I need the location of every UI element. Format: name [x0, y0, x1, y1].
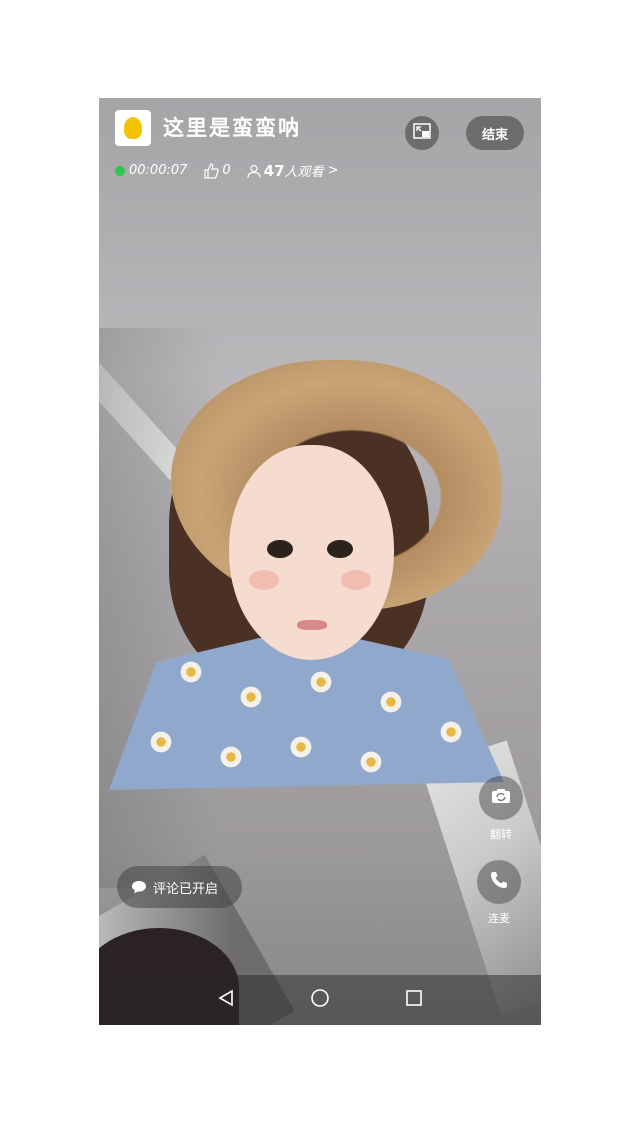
flip-camera-icon: [491, 788, 511, 808]
recent-apps-icon: [405, 989, 423, 1011]
streamer-avatar[interactable]: [115, 110, 151, 146]
back-button[interactable]: [179, 975, 273, 1025]
flip-camera-button[interactable]: [479, 776, 523, 820]
viewers-count[interactable]: 47: [264, 162, 285, 180]
phone-icon: [489, 870, 509, 894]
stream-title: 这里是蛮蛮呐: [163, 116, 301, 140]
home-icon: [310, 988, 330, 1012]
system-nav-bar: [99, 975, 541, 1025]
live-stream-screen: 这里是蛮蛮呐 结束 00:00:07 0 47 人观看 > 翻转 连麦 评论已开…: [99, 98, 541, 1025]
likes-count: 0: [222, 163, 231, 178]
home-button[interactable]: [273, 975, 367, 1025]
flip-camera-label: 翻转: [490, 828, 512, 841]
pip-button[interactable]: [405, 116, 439, 150]
thumb-up-icon: [203, 162, 220, 179]
comment-status-label: 评论已开启: [153, 881, 219, 897]
video-subject-image: [109, 360, 509, 790]
back-icon: [217, 989, 235, 1011]
connect-mic-label: 连麦: [488, 912, 510, 925]
comment-icon: [131, 880, 147, 894]
live-indicator: [115, 165, 125, 176]
viewer-icon: [247, 164, 261, 178]
stream-stats: 00:00:07 0 47 人观看 >: [115, 161, 338, 180]
viewers-suffix[interactable]: 人观看: [285, 161, 324, 180]
live-duration: 00:00:07: [129, 163, 188, 178]
chevron-right-icon[interactable]: >: [328, 163, 339, 178]
subject-face: [229, 445, 394, 660]
end-live-button[interactable]: 结束: [466, 116, 524, 150]
comment-toggle-button[interactable]: 评论已开启: [117, 866, 242, 908]
pip-icon: [413, 123, 431, 143]
recent-apps-button[interactable]: [367, 975, 461, 1025]
connect-mic-button[interactable]: [477, 860, 521, 904]
